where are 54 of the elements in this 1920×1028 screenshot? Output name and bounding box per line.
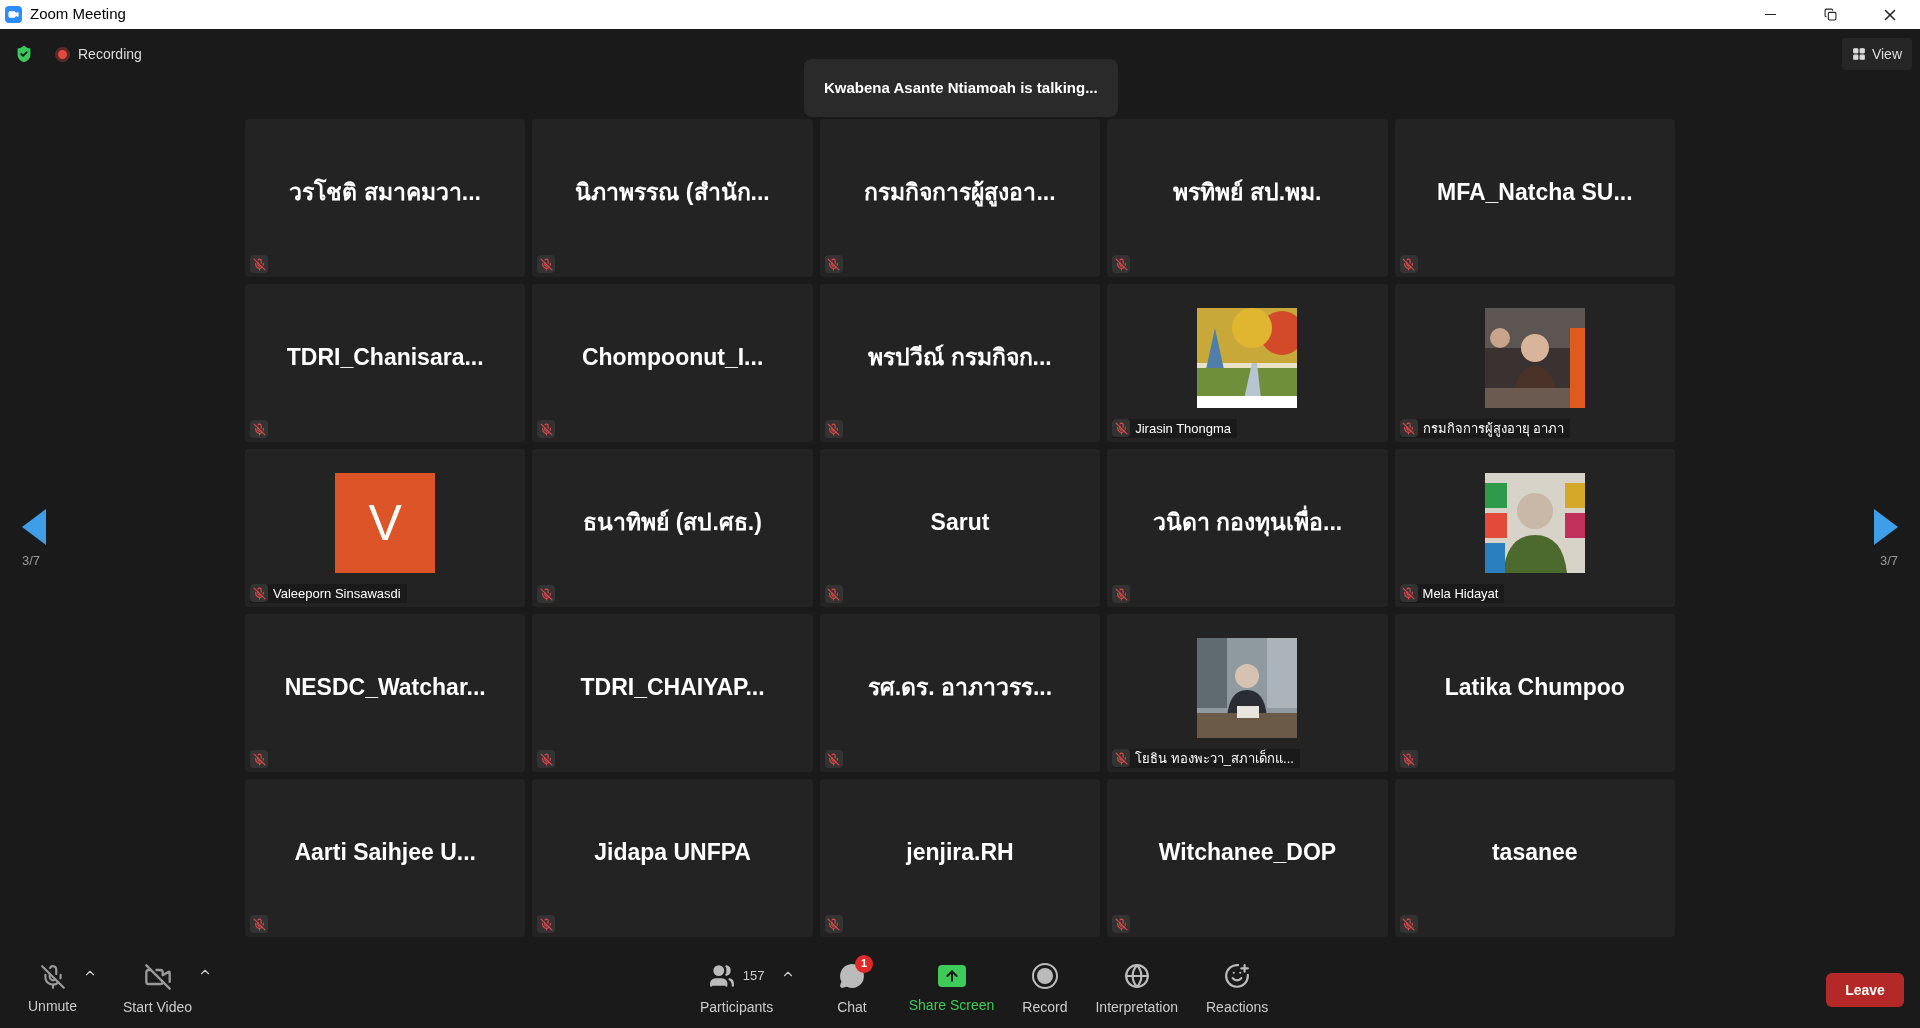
participant-name: tasanee: [1491, 837, 1578, 867]
participant-count: 157: [742, 966, 765, 985]
leave-button[interactable]: Leave: [1826, 973, 1904, 1007]
participant-name: NESDC_Watchar...: [284, 672, 486, 702]
grid-icon: [1851, 47, 1866, 61]
restore-icon: [1823, 8, 1837, 21]
unread-badge: 1: [855, 954, 874, 973]
page-indicator: 3/7: [22, 552, 41, 570]
participants-button[interactable]: 157 Participants: [700, 962, 774, 1018]
participant-name: วนิดา กองทุนเพื่อ...: [1152, 504, 1343, 540]
participant-name: ธนาทิพย์ (สป.ศธ.): [583, 507, 762, 537]
participant-name: jenjira.RH: [906, 837, 1014, 867]
avatar-initial: V: [335, 473, 436, 573]
participant-name: Valeeporn Sinsawasdi: [273, 584, 401, 603]
participant-name: รศ.ดร. อาภาวรร...: [867, 672, 1053, 702]
view-button[interactable]: View: [1841, 38, 1912, 70]
smiley-plus-icon: [1224, 962, 1251, 989]
participant-name: โยธิน ทองพะวา_สภาเด็กแ...: [1135, 748, 1294, 768]
participant-name: กรมกิจการผู้สูงอายุ อาภา: [1422, 419, 1565, 438]
people-icon: [708, 962, 735, 989]
share-screen-button[interactable]: Share Screen: [908, 964, 995, 1016]
app-logo-icon: [5, 6, 22, 23]
participant-name: พรปวีณ์ กรมกิจก...: [868, 342, 1052, 372]
participant-name: Chompoonut_I...: [581, 342, 764, 372]
globe-icon: [1123, 962, 1150, 989]
page-indicator: 3/7: [1879, 552, 1898, 570]
share-screen-icon: [937, 964, 966, 987]
participant-name: Mela Hidayat: [1422, 584, 1499, 603]
participant-name: MFA_Natcha SU...: [1437, 177, 1633, 207]
participant-name: นิภาพรรณ (สำนัก...: [575, 177, 770, 207]
participant-name: Jidapa UNFPA: [594, 837, 751, 867]
participant-name: Sarut: [930, 507, 990, 537]
reactions-button[interactable]: Reactions: [1206, 962, 1269, 1018]
minimize-icon: [1764, 14, 1776, 15]
unmute-button[interactable]: Unmute: [28, 963, 78, 1017]
participant-name: TDRI_CHAIYAP...: [580, 672, 765, 702]
participant-name: Latika Chumpoo: [1444, 672, 1625, 702]
chat-button[interactable]: Chat 1: [823, 954, 881, 1018]
recording-label: Recording: [78, 44, 142, 64]
participant-name: กรมกิจการผู้สูงอา...: [864, 177, 1056, 209]
start-video-button[interactable]: Start Video: [123, 962, 193, 1018]
next-page-button[interactable]: [1874, 509, 1898, 545]
window-title: Zoom Meeting: [30, 4, 126, 25]
participant-name: Jirasin Thongma: [1135, 419, 1232, 438]
participant-name: Witchanee_DOP: [1158, 837, 1337, 867]
participant-name: วรโชติ สมาคมวา...: [289, 177, 481, 207]
record-icon: [1031, 962, 1058, 989]
interpretation-button[interactable]: Interpretation: [1095, 962, 1178, 1018]
participant-name: TDRI_Chanisara...: [286, 342, 484, 372]
participant-name: พรทิพย์ สป.พม.: [1173, 177, 1322, 207]
participant-name: Aarti Saihjee U...: [294, 837, 476, 867]
record-button[interactable]: Record: [1022, 962, 1068, 1018]
talking-indicator: Kwabena Asante Ntiamoah is talking...: [824, 77, 1098, 98]
previous-page-button[interactable]: [22, 509, 46, 545]
